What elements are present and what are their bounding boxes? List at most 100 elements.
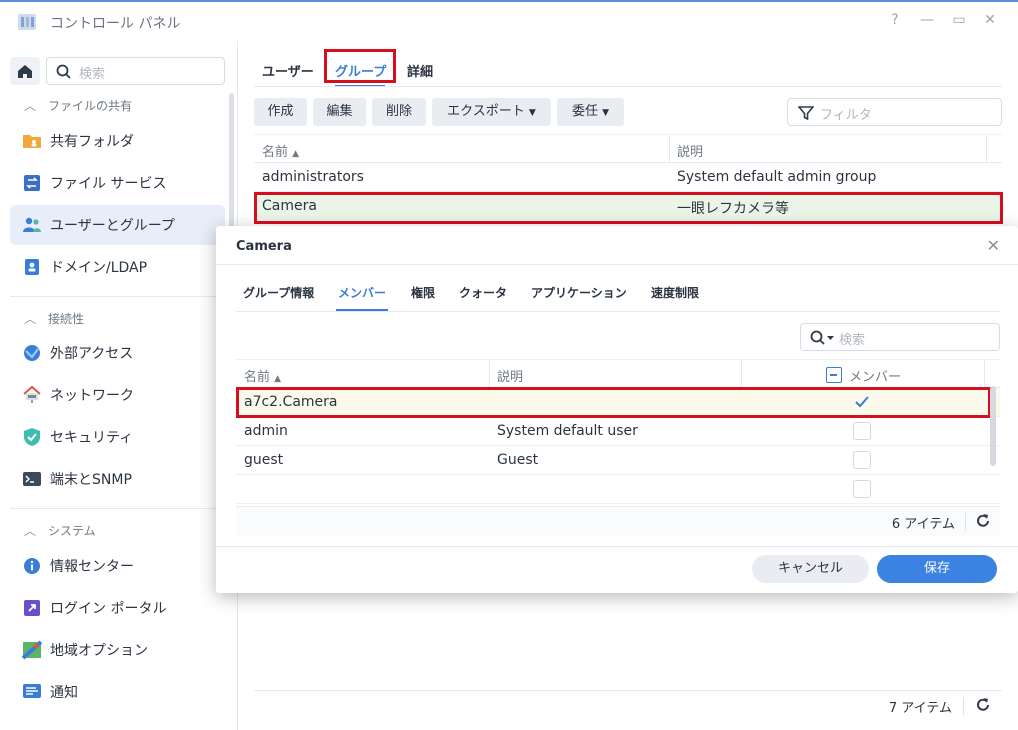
refresh-icon[interactable] bbox=[974, 696, 992, 714]
member-row[interactable]: guest Guest bbox=[236, 446, 1000, 475]
window-title: コントロール パネル bbox=[50, 16, 181, 32]
column-separator[interactable] bbox=[984, 360, 985, 388]
highlight-box-member-row bbox=[236, 387, 991, 418]
dialog-title: Camera bbox=[236, 239, 292, 254]
control-panel-icon bbox=[18, 14, 36, 30]
filter-input[interactable]: フィルタ bbox=[787, 98, 1002, 126]
member-row[interactable] bbox=[236, 475, 1000, 504]
dialog-title-divider bbox=[216, 264, 1018, 265]
close-icon: ✕ bbox=[986, 236, 1000, 255]
tab-speed-limit[interactable]: 速度制限 bbox=[651, 284, 699, 301]
tab-applications[interactable]: アプリケーション bbox=[531, 284, 627, 301]
folder-icon bbox=[23, 135, 41, 148]
sidebar-item-security[interactable]: セキュリティ bbox=[10, 417, 225, 457]
column-header-member[interactable]: メンバー bbox=[849, 366, 901, 385]
dialog-tabs-divider bbox=[236, 311, 1000, 312]
members-table-footer: 6 アイテム bbox=[236, 506, 1000, 536]
tab-users[interactable]: ユーザー bbox=[262, 61, 314, 80]
users-icon bbox=[23, 217, 41, 232]
close-window-button[interactable]: ✕ bbox=[981, 12, 999, 28]
sidebar-item-info-center[interactable]: 情報センター bbox=[10, 546, 225, 586]
notification-icon bbox=[23, 684, 41, 698]
column-separator[interactable] bbox=[986, 135, 987, 163]
groups-table-footer: 7 アイテム bbox=[254, 690, 1002, 720]
sidebar-item-shared-folder[interactable]: 共有フォルダ bbox=[10, 121, 225, 161]
sidebar-item-terminal-snmp[interactable]: 端末とSNMP bbox=[10, 459, 225, 499]
create-button[interactable]: 作成 bbox=[254, 98, 307, 126]
column-separator[interactable] bbox=[669, 135, 670, 163]
network-icon bbox=[23, 385, 41, 403]
group-edit-dialog: Camera ✕ グループ情報 メンバー 権限 クォータ アプリケーション 速度… bbox=[216, 226, 1018, 593]
external-access-icon bbox=[24, 345, 40, 361]
tabs-divider bbox=[254, 86, 1002, 87]
sidebar-item-external-access[interactable]: 外部アクセス bbox=[10, 333, 225, 373]
footer-separator bbox=[963, 697, 964, 715]
sidebar-item-notification[interactable]: 通知 bbox=[10, 672, 225, 712]
highlight-box-camera-row bbox=[254, 192, 1003, 224]
tab-members[interactable]: メンバー bbox=[338, 284, 386, 301]
terminal-icon bbox=[23, 472, 41, 486]
sidebar-divider bbox=[10, 508, 228, 509]
item-count: 7 アイテム bbox=[888, 701, 952, 716]
save-button[interactable]: 保存 bbox=[877, 555, 997, 583]
tab-advanced[interactable]: 詳細 bbox=[407, 61, 433, 80]
member-checkbox[interactable] bbox=[853, 480, 871, 498]
column-separator[interactable] bbox=[489, 360, 490, 388]
table-row[interactable]: administrators System default admin grou… bbox=[254, 163, 1002, 192]
sidebar-item-network[interactable]: ネットワーク bbox=[10, 375, 225, 415]
caret-down-icon: ▼ bbox=[528, 108, 536, 118]
sidebar: 検索 ︿ ファイルの共有 共有フォルダ ファイル サービス ユーザーとグループ ド… bbox=[0, 41, 238, 730]
highlight-box-groups-tab bbox=[324, 49, 396, 83]
help-button[interactable]: ? bbox=[886, 12, 904, 28]
delete-button[interactable]: 削除 bbox=[372, 98, 426, 126]
members-table-header: 名前 ▲ 説明 メンバー bbox=[236, 359, 1000, 388]
sidebar-item-regional-options[interactable]: 地域オプション bbox=[10, 630, 225, 670]
section-system[interactable]: ︿ システム bbox=[24, 522, 96, 539]
export-dropdown-button[interactable]: エクスポート ▼ bbox=[432, 98, 551, 126]
filter-placeholder: フィルタ bbox=[820, 108, 872, 123]
maximize-button[interactable]: ▭ bbox=[950, 12, 968, 28]
column-header-description[interactable]: 説明 bbox=[677, 141, 703, 160]
sidebar-item-login-portal[interactable]: ログイン ポータル bbox=[10, 588, 225, 628]
member-checkbox[interactable] bbox=[853, 451, 871, 469]
dialog-footer-divider bbox=[216, 546, 1018, 547]
member-search-placeholder: 検索 bbox=[839, 333, 866, 348]
column-separator[interactable] bbox=[741, 360, 742, 388]
map-icon bbox=[22, 640, 42, 660]
section-connectivity[interactable]: ︿ 接続性 bbox=[24, 310, 84, 327]
info-icon bbox=[24, 558, 40, 574]
refresh-icon[interactable] bbox=[974, 512, 992, 530]
cancel-button[interactable]: キャンセル bbox=[752, 555, 869, 583]
footer-separator bbox=[965, 513, 966, 531]
sort-asc-icon: ▲ bbox=[292, 149, 300, 159]
tab-permissions[interactable]: 権限 bbox=[411, 284, 435, 301]
select-all-checkbox[interactable] bbox=[826, 367, 842, 383]
section-file-sharing[interactable]: ︿ ファイルの共有 bbox=[24, 97, 132, 114]
minimize-button[interactable]: — bbox=[918, 12, 936, 28]
search-icon bbox=[56, 64, 71, 79]
filter-icon bbox=[798, 106, 814, 121]
sidebar-divider bbox=[10, 296, 228, 297]
member-search-input[interactable]: 検索 bbox=[800, 323, 1000, 351]
login-portal-icon bbox=[24, 600, 40, 616]
member-row[interactable]: admin System default user bbox=[236, 417, 1000, 446]
sidebar-search-input[interactable]: 検索 bbox=[46, 57, 225, 85]
column-header-name[interactable]: 名前 ▲ bbox=[244, 366, 281, 385]
sort-asc-icon: ▲ bbox=[274, 374, 282, 384]
member-checkbox[interactable] bbox=[853, 422, 871, 440]
tab-quota[interactable]: クォータ bbox=[459, 284, 507, 301]
tab-group-info[interactable]: グループ情報 bbox=[243, 284, 314, 301]
sidebar-item-file-services[interactable]: ファイル サービス bbox=[10, 163, 225, 203]
chevron-up-icon: ︿ bbox=[24, 312, 37, 326]
delegate-dropdown-button[interactable]: 委任 ▼ bbox=[557, 98, 624, 126]
column-header-description[interactable]: 説明 bbox=[497, 366, 523, 385]
members-scrollbar[interactable] bbox=[990, 386, 996, 466]
chevron-up-icon: ︿ bbox=[24, 99, 37, 113]
dialog-close-button[interactable]: ✕ bbox=[987, 236, 1000, 255]
edit-button[interactable]: 編集 bbox=[313, 98, 366, 126]
sidebar-item-users-groups[interactable]: ユーザーとグループ bbox=[10, 205, 225, 245]
column-header-name[interactable]: 名前 ▲ bbox=[262, 141, 299, 160]
home-button[interactable] bbox=[10, 57, 40, 85]
sidebar-item-domain-ldap[interactable]: ドメイン/LDAP bbox=[10, 247, 225, 287]
sidebar-search-placeholder: 検索 bbox=[79, 67, 106, 82]
